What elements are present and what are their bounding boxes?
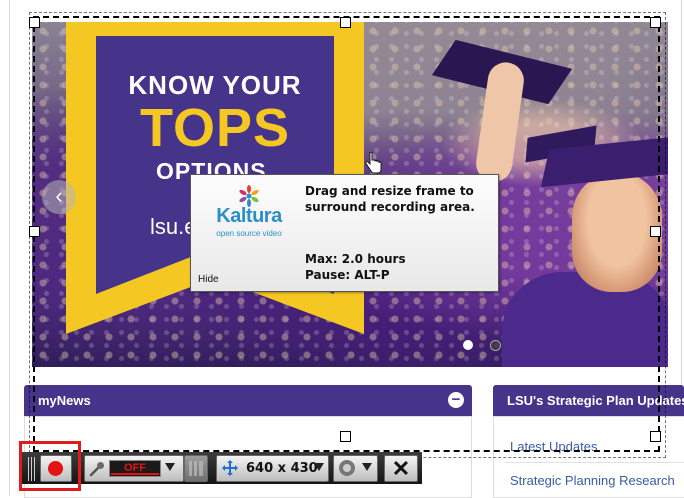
cursor-icon	[365, 152, 382, 174]
microphone-dropdown[interactable]: OFF	[84, 455, 184, 482]
kaltura-logo: Kaltura open source video	[203, 185, 295, 239]
audio-level-button[interactable]	[184, 455, 208, 482]
tooltip-hide-link[interactable]: Hide	[198, 274, 219, 285]
webcam-icon	[339, 460, 355, 476]
recorder-tooltip: Kaltura open source video Drag and resiz…	[190, 174, 499, 292]
resize-handle-middle-left[interactable]	[29, 226, 40, 237]
resize-handle-bottom-middle[interactable]	[340, 431, 351, 442]
kaltura-wordmark: Kaltura	[216, 205, 282, 227]
tooltip-pause-shortcut: Pause: ALT-P	[305, 268, 390, 282]
link-divider	[505, 462, 684, 463]
level-meter-icon	[189, 461, 203, 476]
close-recorder-button[interactable]: ✕	[384, 455, 418, 482]
mic-icon	[89, 462, 104, 477]
resize-handle-bottom-right[interactable]	[650, 431, 661, 442]
close-icon: ✕	[391, 456, 411, 481]
resize-handle-middle-right[interactable]	[650, 226, 661, 237]
kaltura-flower-icon	[239, 185, 259, 207]
mic-level-bar	[111, 473, 159, 475]
record-button-highlight	[19, 441, 81, 491]
tooltip-max-duration: Max: 2.0 hours	[305, 252, 406, 266]
chevron-down-icon	[165, 463, 175, 471]
webcam-dropdown[interactable]	[333, 455, 378, 482]
kaltura-tagline: open source video	[216, 229, 282, 238]
resize-handle-top-left[interactable]	[29, 17, 40, 28]
resize-handle-top-right[interactable]	[650, 17, 661, 28]
expand-icon	[222, 460, 238, 476]
chevron-down-icon	[362, 463, 372, 471]
tooltip-instruction: Drag and resize frame to surround record…	[305, 184, 475, 214]
resize-handle-top-middle[interactable]	[340, 17, 351, 28]
capture-size-label: 640 x 430	[246, 461, 318, 476]
chevron-down-icon	[314, 463, 324, 471]
capture-size-dropdown[interactable]: 640 x 430	[216, 455, 329, 482]
strategic-link-research[interactable]: Strategic Planning Research	[510, 473, 675, 488]
page-left-border	[9, 0, 10, 496]
